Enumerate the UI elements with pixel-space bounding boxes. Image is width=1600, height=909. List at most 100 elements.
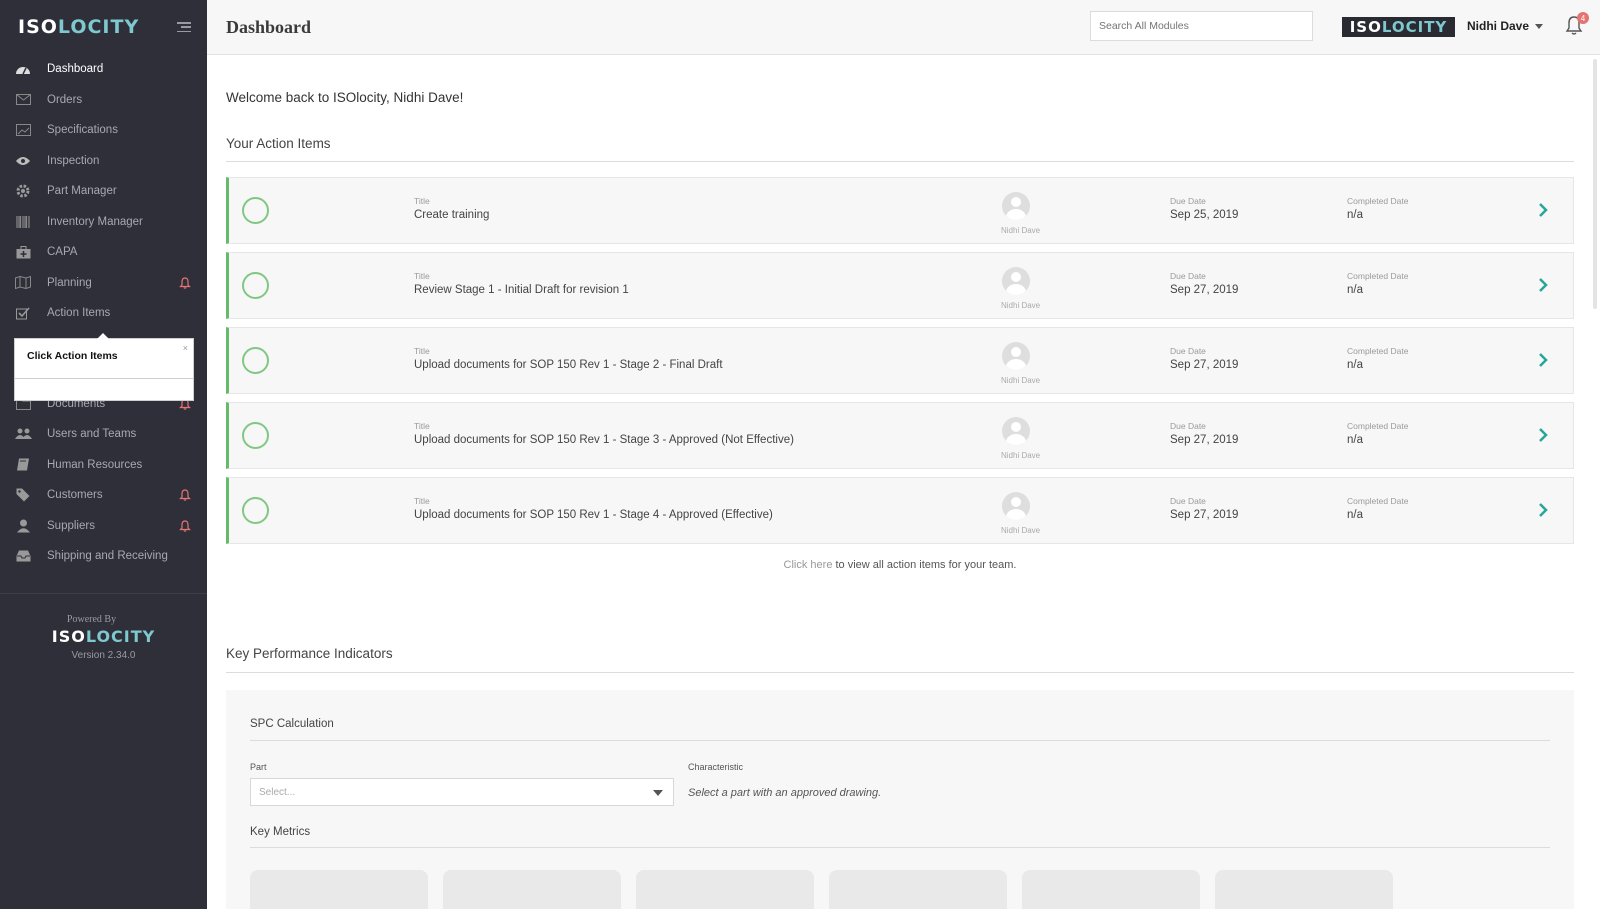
user-name: Nidhi Dave [1467, 19, 1530, 33]
notification-badge: 4 [1577, 12, 1589, 24]
action-item-row[interactable]: Title Upload documents for SOP 150 Rev 1 … [226, 477, 1574, 544]
bell-alert-icon[interactable] [179, 277, 191, 289]
sidebar-item-customers[interactable]: Customers [0, 480, 207, 511]
sidebar-item-label: Action Items [47, 307, 111, 320]
sidebar-item-shipping-and-receiving[interactable]: Shipping and Receiving [0, 541, 207, 572]
action-item-title: Upload documents for SOP 150 Rev 1 - Sta… [414, 434, 794, 446]
part-select-placeholder: Select... [259, 786, 296, 798]
kpi-divider [226, 672, 1574, 673]
welcome-message: Welcome back to ISOlocity, Nidhi Dave! [226, 90, 464, 105]
team-link-text: to view all action items for your team. [832, 559, 1017, 571]
metric-card [443, 870, 621, 909]
chevron-right-icon[interactable] [1537, 502, 1549, 518]
completed-date-label: Completed Date [1347, 196, 1409, 206]
tooltip-close-icon[interactable]: × [183, 343, 188, 353]
team-action-items-note: Click here to view all action items for … [226, 559, 1574, 571]
sidebar-item-label: Specifications [47, 124, 118, 137]
book-icon [14, 458, 32, 472]
sidebar-header: ISO LOCITY [0, 0, 207, 54]
sidebar-item-inspection[interactable]: Inspection [0, 146, 207, 177]
title-label: Title [414, 196, 430, 206]
chevron-right-icon[interactable] [1537, 427, 1549, 443]
user-menu[interactable]: Nidhi Dave [1467, 19, 1544, 33]
completed-date-label: Completed Date [1347, 496, 1409, 506]
kpi-panel: SPC Calculation Part Characteristic Sele… [226, 690, 1574, 909]
action-items-divider [226, 161, 1574, 162]
complete-checkbox[interactable] [242, 347, 269, 374]
metric-card [1215, 870, 1393, 909]
sidebar-item-label: Suppliers [47, 519, 95, 532]
sidebar: ISO LOCITY Dashboard Orders Specifications I… [0, 0, 207, 909]
sidebar-item-suppliers[interactable]: Suppliers [0, 511, 207, 542]
avatar [1002, 267, 1030, 295]
completed-date-value: n/a [1347, 284, 1363, 296]
scrollbar-thumb[interactable] [1593, 59, 1597, 309]
completed-date-value: n/a [1347, 434, 1363, 446]
caret-down-icon [653, 790, 663, 796]
sidebar-item-label: Shipping and Receiving [47, 550, 168, 563]
action-item-title: Upload documents for SOP 150 Rev 1 - Sta… [414, 359, 723, 371]
map-icon [14, 276, 32, 290]
tooltip-text: Click Action Items [27, 350, 118, 362]
bell-alert-icon[interactable] [179, 520, 191, 532]
completed-date-value: n/a [1347, 359, 1363, 371]
menu-toggle-icon[interactable] [177, 22, 191, 32]
action-item-row[interactable]: Title Upload documents for SOP 150 Rev 1 … [226, 402, 1574, 469]
assignee-name: Nidhi Dave [1001, 526, 1041, 535]
key-metrics-divider [250, 847, 1550, 848]
logo-locity-text: LOCITY [57, 16, 140, 38]
sidebar-item-orders[interactable]: Orders [0, 85, 207, 116]
sidebar-item-label: Orders [47, 93, 83, 106]
complete-checkbox[interactable] [242, 197, 269, 224]
tooltip-divider [15, 378, 193, 379]
kpi-heading: Key Performance Indicators [226, 646, 393, 661]
brand-logo: ISO LOCITY [1342, 17, 1455, 37]
sidebar-item-planning[interactable]: Planning [0, 268, 207, 299]
version-label: Version 2.34.0 [71, 650, 136, 661]
action-item-row[interactable]: Title Create training Nidhi Dave Due Date Se… [226, 177, 1574, 244]
completed-date-value: n/a [1347, 509, 1363, 521]
chevron-right-icon[interactable] [1537, 277, 1549, 293]
sidebar-item-inventory-manager[interactable]: Inventory Manager [0, 207, 207, 238]
action-items-tooltip: Click Action Items × [14, 333, 194, 401]
sidebar-item-label: Dashboard [47, 63, 104, 76]
action-item-row[interactable]: Title Review Stage 1 - Initial Draft for … [226, 252, 1574, 319]
completed-date-label: Completed Date [1347, 271, 1409, 281]
characteristic-label: Characteristic [688, 762, 744, 772]
supplier-icon [14, 519, 32, 533]
due-date-label: Due Date [1170, 496, 1206, 506]
action-item-row[interactable]: Title Upload documents for SOP 150 Rev 1 … [226, 327, 1574, 394]
view-team-action-items-link[interactable]: Click here [784, 559, 833, 571]
chevron-right-icon[interactable] [1537, 202, 1549, 218]
bell-alert-icon[interactable] [179, 489, 191, 501]
avatar [1002, 492, 1030, 520]
due-date-value: Sep 25, 2019 [1170, 209, 1239, 221]
completed-date-label: Completed Date [1347, 346, 1409, 356]
complete-checkbox[interactable] [242, 272, 269, 299]
chevron-right-icon[interactable] [1537, 352, 1549, 368]
avatar [1002, 417, 1030, 445]
sidebar-item-action-items[interactable]: Action Items [0, 298, 207, 329]
spc-calculation-heading: SPC Calculation [250, 718, 334, 730]
sidebar-item-human-resources[interactable]: Human Resources [0, 450, 207, 481]
part-select[interactable]: Select... [250, 778, 674, 806]
sidebar-item-dashboard[interactable]: Dashboard [0, 54, 207, 85]
search-input[interactable] [1090, 11, 1313, 41]
sidebar-item-users-and-teams[interactable]: Users and Teams [0, 419, 207, 450]
tag-icon [14, 488, 32, 502]
gear-icon [14, 184, 32, 198]
top-bar: Dashboard ISOLOCITY Nidhi Dave 4 [207, 0, 1600, 55]
sidebar-logo[interactable]: ISO LOCITY [18, 16, 139, 38]
sidebar-item-specifications[interactable]: Specifications [0, 115, 207, 146]
notification-button[interactable]: 4 [1565, 12, 1589, 38]
complete-checkbox[interactable] [242, 497, 269, 524]
inbox-icon [14, 549, 32, 563]
characteristic-hint: Select a part with an approved drawing. [688, 787, 882, 799]
completed-date-label: Completed Date [1347, 421, 1409, 431]
metric-card [636, 870, 814, 909]
sidebar-item-label: CAPA [47, 246, 78, 259]
page-scrollbar[interactable] [1590, 55, 1600, 909]
sidebar-item-part-manager[interactable]: Part Manager [0, 176, 207, 207]
sidebar-item-capa[interactable]: CAPA [0, 237, 207, 268]
complete-checkbox[interactable] [242, 422, 269, 449]
